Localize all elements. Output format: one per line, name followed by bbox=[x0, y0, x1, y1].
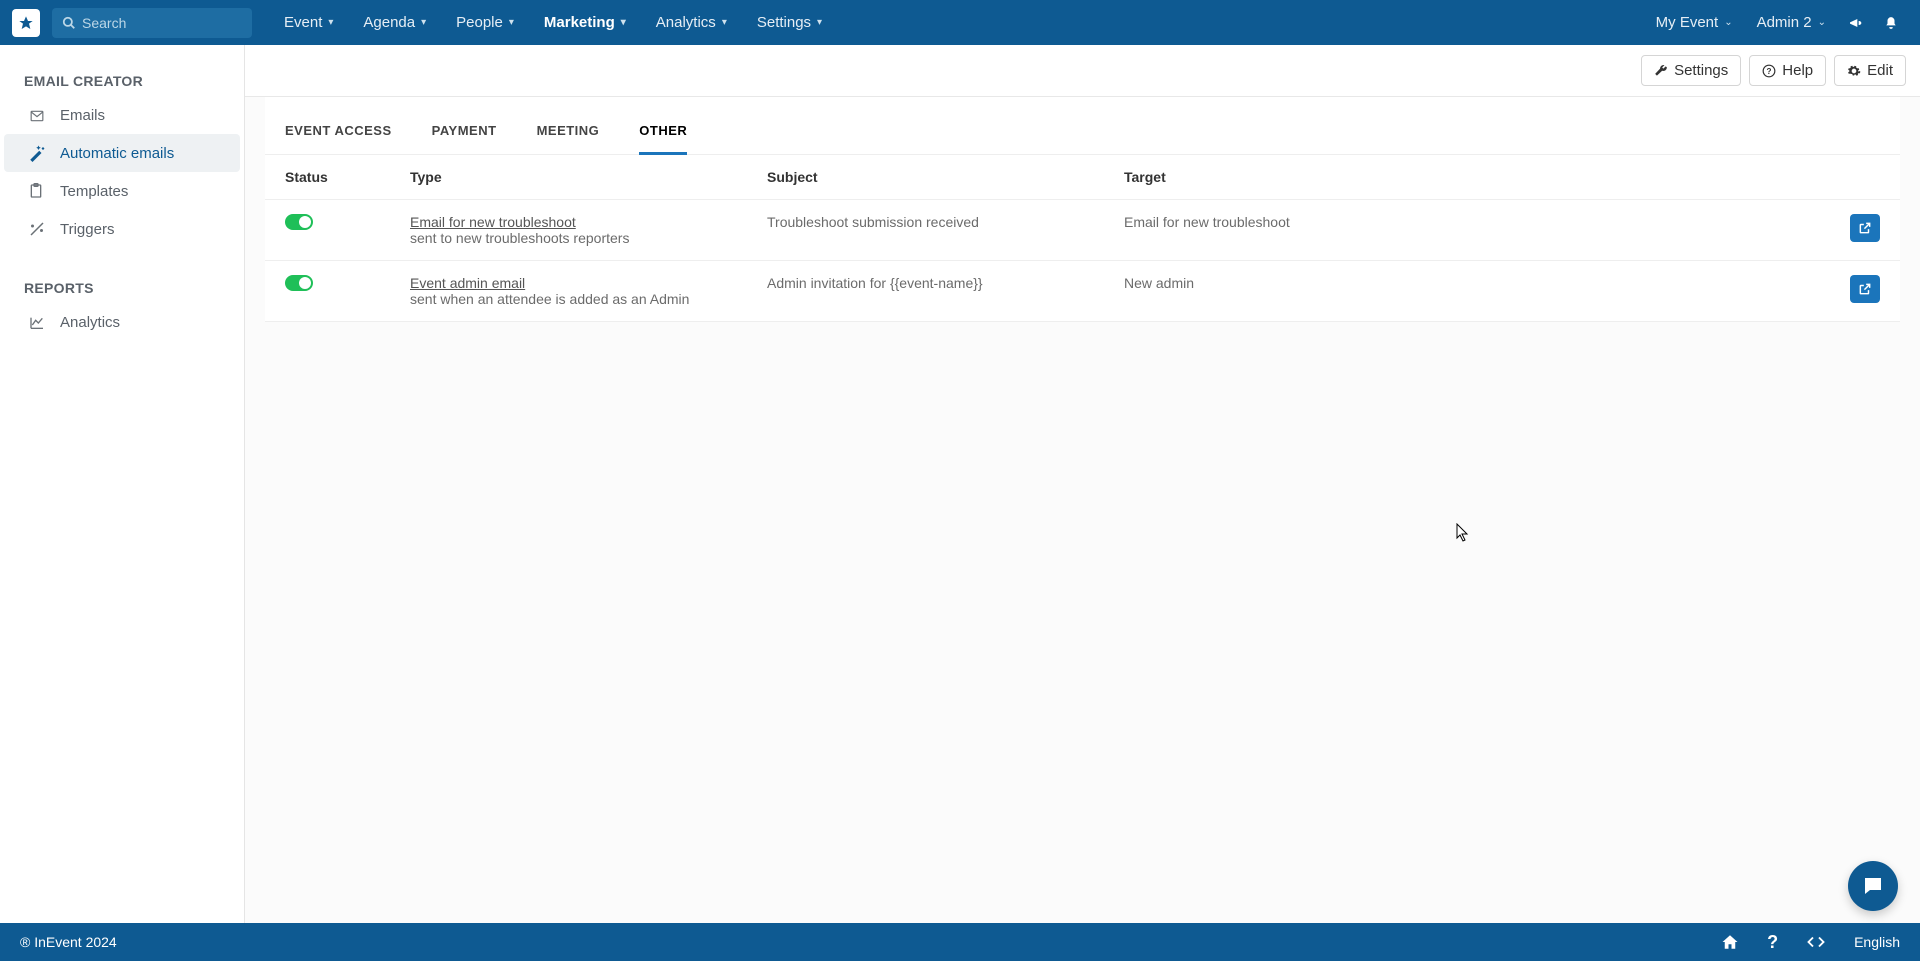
app-logo[interactable] bbox=[12, 9, 40, 37]
chevron-down-icon: ▾ bbox=[722, 17, 727, 28]
chart-icon bbox=[28, 315, 46, 331]
nav-settings[interactable]: Settings▾ bbox=[745, 0, 834, 45]
email-subject: Admin invitation for {{event-name}} bbox=[767, 275, 1124, 291]
col-header-subject: Subject bbox=[767, 169, 1124, 185]
main-nav: Event▾Agenda▾People▾Marketing▾Analytics▾… bbox=[272, 0, 834, 45]
col-header-target: Target bbox=[1124, 169, 1820, 185]
chevron-down-icon: ⌄ bbox=[1724, 17, 1732, 28]
footer-help-icon[interactable]: ? bbox=[1767, 932, 1778, 953]
page-actions: Settings ? Help Edit bbox=[245, 45, 1920, 97]
settings-button[interactable]: Settings bbox=[1641, 55, 1741, 86]
email-type-title[interactable]: Event admin email bbox=[410, 275, 767, 291]
email-type-desc: sent to new troubleshoots reporters bbox=[410, 230, 767, 246]
footer-copyright: ® InEvent 2024 bbox=[20, 934, 117, 950]
email-subject: Troubleshoot submission received bbox=[767, 214, 1124, 230]
chevron-down-icon: ▾ bbox=[817, 17, 822, 28]
sidebar-item-label: Automatic emails bbox=[60, 145, 174, 162]
open-email-button[interactable] bbox=[1850, 275, 1880, 303]
envelope-icon bbox=[28, 109, 46, 123]
help-button[interactable]: ? Help bbox=[1749, 55, 1826, 86]
nav-agenda[interactable]: Agenda▾ bbox=[351, 0, 438, 45]
footer-language[interactable]: English bbox=[1854, 934, 1900, 950]
nav-analytics[interactable]: Analytics▾ bbox=[644, 0, 739, 45]
col-header-type: Type bbox=[410, 169, 767, 185]
chevron-down-icon: ▾ bbox=[621, 17, 626, 28]
sidebar-item-automatic-emails[interactable]: Automatic emails bbox=[4, 134, 240, 172]
email-type-title[interactable]: Email for new troubleshoot bbox=[410, 214, 767, 230]
edit-button-label: Edit bbox=[1867, 62, 1893, 79]
notifications-icon[interactable] bbox=[1874, 0, 1908, 45]
help-button-label: Help bbox=[1782, 62, 1813, 79]
tab-meeting[interactable]: MEETING bbox=[537, 115, 600, 154]
topbar-right: My Event⌄Admin 2⌄ bbox=[1644, 0, 1838, 45]
tab-event-access[interactable]: EVENT ACCESS bbox=[285, 115, 392, 154]
chevron-down-icon: ▾ bbox=[421, 17, 426, 28]
user-menu[interactable]: Admin 2⌄ bbox=[1745, 0, 1838, 45]
sidebar-item-analytics[interactable]: Analytics bbox=[4, 304, 240, 341]
content-area: Settings ? Help Edit EVENT ACCESS PAYMENT… bbox=[245, 45, 1920, 923]
magic-icon bbox=[28, 144, 46, 162]
sidebar-item-label: Triggers bbox=[60, 221, 114, 238]
status-toggle[interactable] bbox=[285, 214, 313, 230]
edit-button[interactable]: Edit bbox=[1834, 55, 1906, 86]
clipboard-icon bbox=[28, 182, 46, 200]
wand-icon bbox=[28, 220, 46, 238]
emails-table: Status Type Subject Target Email for new… bbox=[265, 155, 1900, 322]
nav-event[interactable]: Event▾ bbox=[272, 0, 345, 45]
search-input[interactable] bbox=[82, 15, 242, 31]
email-type-desc: sent when an attendee is added as an Adm… bbox=[410, 291, 767, 307]
col-header-status: Status bbox=[285, 169, 410, 185]
nav-people[interactable]: People▾ bbox=[444, 0, 526, 45]
email-target: New admin bbox=[1124, 275, 1820, 291]
chevron-down-icon: ▾ bbox=[509, 17, 514, 28]
tab-other[interactable]: OTHER bbox=[639, 115, 687, 155]
table-row: Email for new troubleshootsent to new tr… bbox=[265, 200, 1900, 261]
table-row: Event admin emailsent when an attendee i… bbox=[265, 261, 1900, 322]
footer: ® InEvent 2024 ? English bbox=[0, 923, 1920, 961]
sidebar-item-templates[interactable]: Templates bbox=[4, 172, 240, 210]
wrench-icon bbox=[1654, 64, 1668, 78]
chevron-down-icon: ⌄ bbox=[1818, 17, 1826, 28]
search-box[interactable] bbox=[52, 8, 252, 38]
email-target: Email for new troubleshoot bbox=[1124, 214, 1820, 230]
footer-home-icon[interactable] bbox=[1721, 933, 1739, 951]
tabs: EVENT ACCESS PAYMENT MEETING OTHER bbox=[265, 97, 1900, 155]
search-icon bbox=[62, 16, 76, 30]
question-circle-icon: ? bbox=[1762, 64, 1776, 78]
settings-button-label: Settings bbox=[1674, 62, 1728, 79]
chevron-down-icon: ▾ bbox=[328, 17, 333, 28]
sidebar-item-label: Analytics bbox=[60, 314, 120, 331]
tab-payment[interactable]: PAYMENT bbox=[432, 115, 497, 154]
table-header: Status Type Subject Target bbox=[265, 155, 1900, 200]
announcements-icon[interactable] bbox=[1838, 0, 1874, 45]
sidebar-section-email-creator: EMAIL CREATOR bbox=[0, 65, 244, 97]
gear-icon bbox=[1847, 64, 1861, 78]
topbar: Event▾Agenda▾People▾Marketing▾Analytics▾… bbox=[0, 0, 1920, 45]
status-toggle[interactable] bbox=[285, 275, 313, 291]
sidebar-item-label: Templates bbox=[60, 183, 128, 200]
open-email-button[interactable] bbox=[1850, 214, 1880, 242]
event-switcher[interactable]: My Event⌄ bbox=[1644, 0, 1745, 45]
sidebar-item-label: Emails bbox=[60, 107, 105, 124]
svg-text:?: ? bbox=[1767, 66, 1772, 75]
sidebar: EMAIL CREATOR Emails Automatic emails Temp… bbox=[0, 45, 245, 923]
sidebar-item-emails[interactable]: Emails bbox=[4, 97, 240, 134]
chat-launcher[interactable] bbox=[1848, 861, 1898, 911]
sidebar-item-triggers[interactable]: Triggers bbox=[4, 210, 240, 248]
nav-marketing[interactable]: Marketing▾ bbox=[532, 0, 638, 45]
sidebar-section-reports: REPORTS bbox=[0, 272, 244, 304]
footer-code-icon[interactable] bbox=[1806, 933, 1826, 951]
